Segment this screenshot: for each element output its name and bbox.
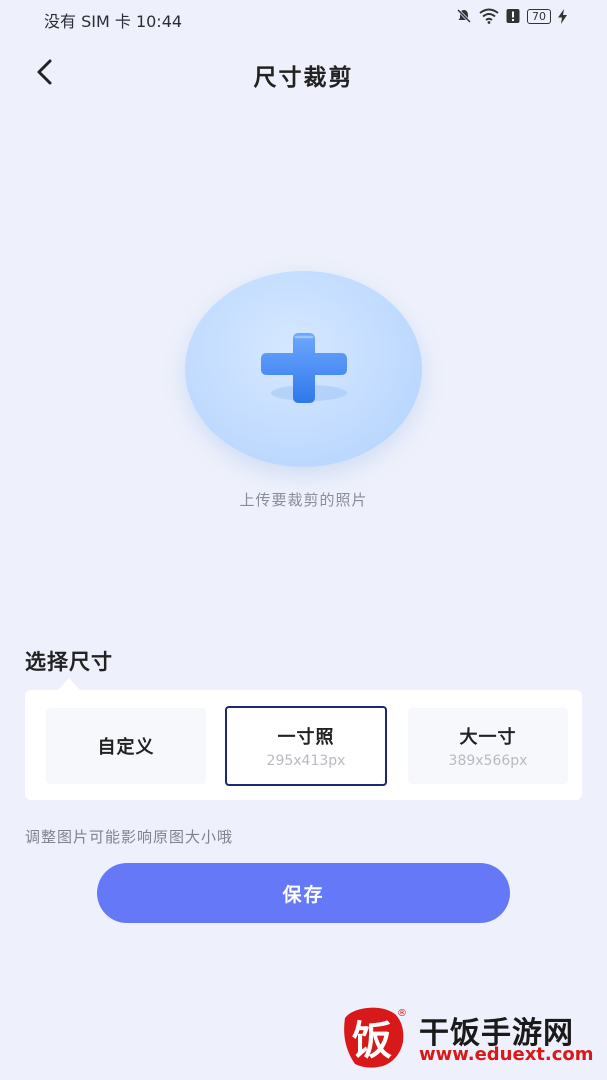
alert-icon [506,9,520,23]
size-option-dimensions: 389x566px [448,753,528,769]
wifi-icon [479,8,499,24]
watermark-logo: 饭 ® [344,1007,407,1068]
status-carrier-time: 没有 SIM 卡 10:44 [44,12,183,31]
registered-mark: ® [397,1008,407,1019]
watermark-url: www.eduext.com [419,1044,594,1065]
status-bar: 没有 SIM 卡 10:44 70 [0,0,607,34]
size-option-large-one-inch[interactable]: 大一寸 389x566px [408,708,568,784]
status-icons: 70 [456,8,567,24]
size-option-dimensions: 295x413px [266,753,346,769]
mute-icon [456,8,472,24]
resize-hint: 调整图片可能影响原图大小哦 [25,828,234,846]
header: 尺寸裁剪 [0,44,607,100]
save-button[interactable]: 保存 [97,863,510,923]
size-option-name: 一寸照 [277,727,335,748]
section-title: 选择尺寸 [25,650,113,674]
upload-photo-button[interactable] [185,271,422,467]
section-pointer [58,678,80,690]
charging-icon [558,8,567,24]
page-title: 尺寸裁剪 [253,65,354,91]
size-option-custom[interactable]: 自定义 [46,708,206,784]
plus-icon [261,333,347,403]
upload-label: 上传要裁剪的照片 [239,491,368,509]
watermark: 饭 ® 干饭手游网 www.eduext.com [337,1000,599,1072]
size-option-name: 大一寸 [459,727,517,748]
size-option-name: 自定义 [97,737,155,758]
watermark-logo-char: 饭 [352,1018,392,1064]
size-option-one-inch[interactable]: 一寸照 295x413px [225,706,387,786]
size-options-panel: 自定义 一寸照 295x413px 大一寸 389x566px [25,690,582,800]
battery-icon: 70 [527,8,551,24]
